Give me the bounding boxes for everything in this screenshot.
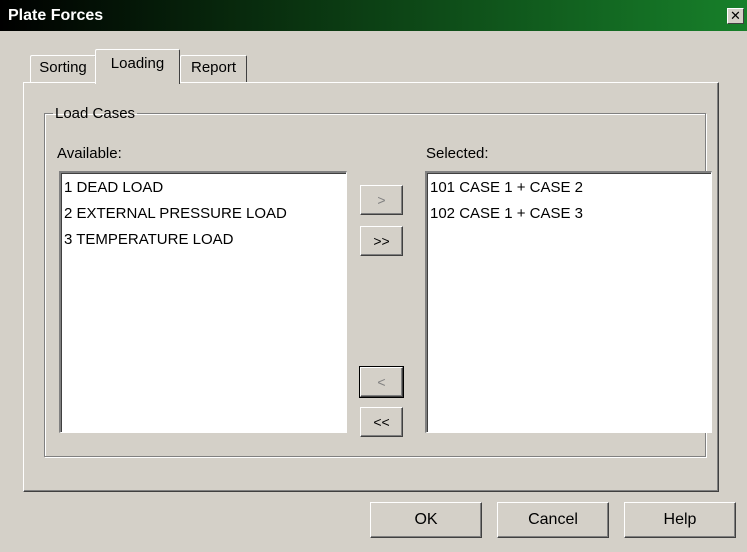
add-all-button[interactable]: >> [360, 226, 403, 256]
available-list[interactable]: 1 DEAD LOAD 2 EXTERNAL PRESSURE LOAD 3 T… [59, 171, 347, 433]
window-title: Plate Forces [8, 7, 104, 24]
close-icon: ✕ [730, 8, 741, 23]
tab-loading-label: Loading [110, 55, 165, 72]
list-item[interactable]: 102 CASE 1 + CASE 3 [430, 201, 711, 227]
remove-all-button[interactable]: << [360, 407, 403, 437]
loading-tab-panel: Load Cases Available: Selected: 1 DEAD L… [23, 82, 719, 492]
selected-list[interactable]: 101 CASE 1 + CASE 2 102 CASE 1 + CASE 3 [425, 171, 712, 433]
tab-report[interactable]: Report [180, 55, 247, 82]
load-cases-group-label: Load Cases [55, 105, 136, 122]
tab-sorting-label: Sorting [39, 59, 87, 76]
cancel-button[interactable]: Cancel [497, 502, 609, 538]
tab-sorting[interactable]: Sorting [30, 55, 96, 82]
tab-loading[interactable]: Loading [95, 49, 180, 84]
add-button[interactable]: > [360, 185, 403, 215]
title-bar: Plate Forces ✕ [0, 0, 747, 31]
remove-button[interactable]: < [359, 366, 404, 398]
list-item[interactable]: 3 TEMPERATURE LOAD [64, 227, 346, 253]
list-item[interactable]: 101 CASE 1 + CASE 2 [430, 175, 711, 201]
help-button[interactable]: Help [624, 502, 736, 538]
available-label: Available: [57, 145, 122, 162]
close-button[interactable]: ✕ [727, 8, 744, 24]
list-item[interactable]: 2 EXTERNAL PRESSURE LOAD [64, 201, 346, 227]
list-item[interactable]: 1 DEAD LOAD [64, 175, 346, 201]
ok-button[interactable]: OK [370, 502, 482, 538]
selected-label: Selected: [426, 145, 489, 162]
tab-report-label: Report [190, 59, 237, 76]
